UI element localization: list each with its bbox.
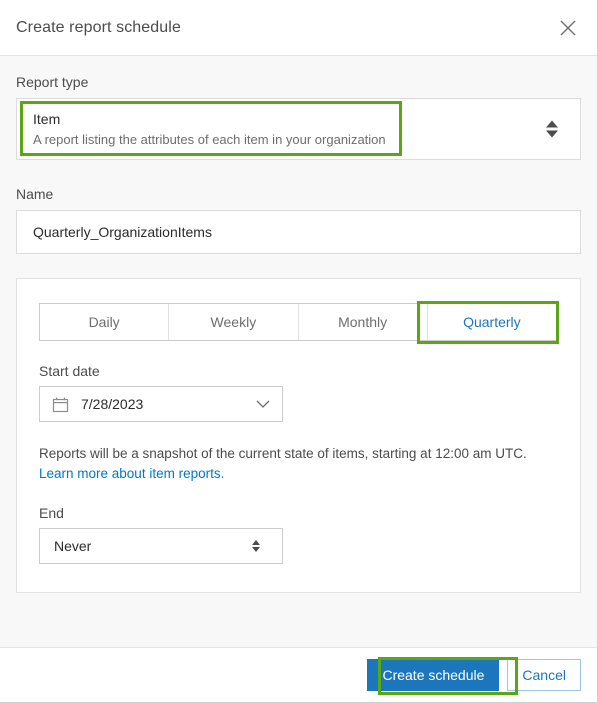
triangle-down-icon — [546, 130, 558, 138]
schedule-note: Reports will be a snapshot of the curren… — [39, 444, 558, 483]
report-type-description: A report listing the attributes of each … — [33, 131, 386, 147]
report-type-field: Item A report listing the attributes of … — [16, 98, 581, 160]
name-input[interactable]: Quarterly_OrganizationItems — [16, 210, 581, 254]
schedule-card: Daily Weekly Monthly Quarterly Start dat… — [16, 278, 581, 594]
calendar-icon — [52, 396, 69, 413]
dialog-body: Report type Item A report listing the at… — [0, 56, 597, 647]
report-type-selected-text: Item A report listing the attributes of … — [17, 110, 386, 148]
name-field: Name Quarterly_OrganizationItems — [16, 186, 581, 254]
close-icon[interactable] — [551, 11, 585, 45]
report-type-title: Item — [33, 110, 61, 127]
start-date-label: Start date — [39, 363, 100, 379]
learn-more-link[interactable]: Learn more about item reports. — [39, 464, 224, 484]
cancel-button[interactable]: Cancel — [507, 659, 581, 691]
name-label: Name — [16, 186, 54, 202]
dialog-footer: Create schedule Cancel — [0, 647, 597, 702]
report-type-label: Report type — [16, 74, 89, 90]
create-report-schedule-dialog: Create report schedule Report type Item … — [0, 0, 598, 703]
schedule-note-text: Reports will be a snapshot of the curren… — [39, 446, 527, 461]
create-schedule-button[interactable]: Create schedule — [367, 659, 500, 691]
tab-weekly[interactable]: Weekly — [169, 304, 299, 340]
chevron-down-icon[interactable] — [256, 399, 270, 409]
up-down-stepper-icon[interactable] — [252, 540, 260, 553]
start-date-input[interactable]: 7/28/2023 — [39, 386, 283, 422]
tab-daily[interactable]: Daily — [40, 304, 170, 340]
recurrence-tabs: Daily Weekly Monthly Quarterly — [39, 301, 559, 344]
page-title: Create report schedule — [16, 18, 181, 36]
up-down-stepper-icon[interactable] — [546, 120, 558, 138]
dialog-header: Create report schedule — [0, 0, 597, 56]
end-select[interactable]: Never — [39, 528, 283, 565]
triangle-up-icon — [252, 540, 260, 546]
start-date-value: 7/28/2023 — [81, 396, 144, 412]
end-label: End — [39, 505, 64, 522]
end-value: Never — [54, 538, 92, 555]
report-type-select[interactable]: Item A report listing the attributes of … — [16, 98, 581, 160]
tab-quarterly[interactable]: Quarterly — [427, 304, 557, 340]
triangle-up-icon — [546, 120, 558, 128]
triangle-down-icon — [252, 547, 260, 553]
tab-monthly[interactable]: Monthly — [298, 304, 428, 340]
